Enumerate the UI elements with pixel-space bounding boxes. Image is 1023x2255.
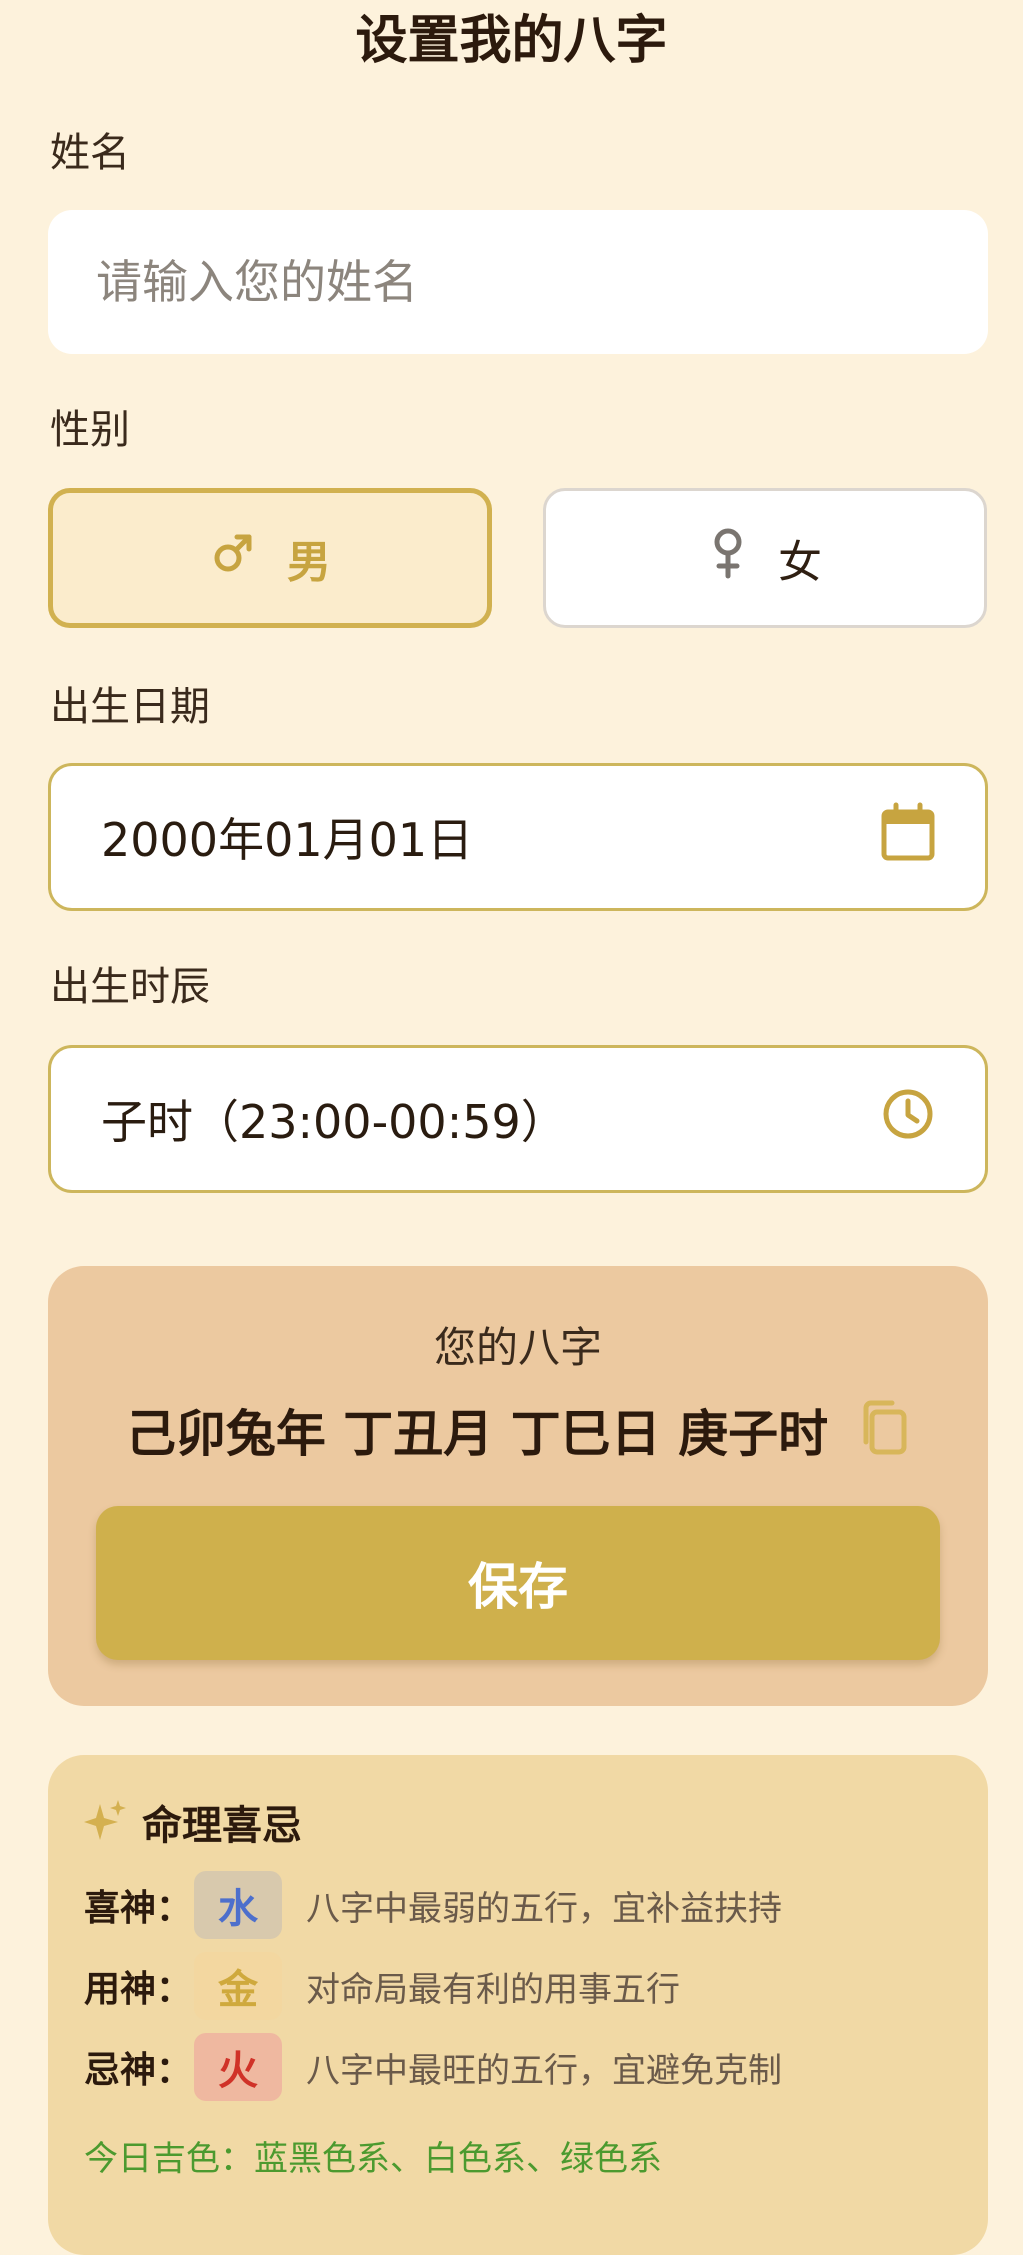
fortune-row-label: 喜神： bbox=[84, 1888, 193, 1929]
fortune-header: 命理喜忌 bbox=[84, 1793, 302, 1851]
page-title: 设置我的八字 bbox=[355, 11, 668, 71]
birth-date-value: 2000年01月01日 bbox=[101, 813, 474, 867]
gender-female-button[interactable]: 女 bbox=[543, 488, 987, 628]
birth-date-field[interactable]: 2000年01月01日 bbox=[48, 763, 988, 911]
bazi-title: 您的八字 bbox=[433, 1323, 602, 1372]
name-label: 姓名 bbox=[50, 130, 130, 176]
save-button[interactable]: 保存 bbox=[96, 1506, 940, 1660]
element-badge-fire: 火 bbox=[194, 2033, 282, 2101]
gender-male-label: 男 bbox=[287, 537, 331, 588]
name-input[interactable] bbox=[48, 210, 988, 354]
gender-male-button[interactable]: 男 bbox=[48, 488, 492, 628]
gender-label: 性别 bbox=[50, 407, 130, 453]
fortune-row-desc: 八字中最旺的五行，宜避免克制 bbox=[306, 2050, 782, 2091]
bazi-card: 您的八字 己卯兔年 丁丑月 丁巳日 庚子时 保存 bbox=[48, 1266, 988, 1706]
fortune-row-jishen: 忌神： 火 八字中最旺的五行，宜避免克制 bbox=[84, 2033, 782, 2101]
birth-date-label: 出生日期 bbox=[50, 684, 210, 730]
fortune-row-yongshen: 用神： 金 对命局最有利的用事五行 bbox=[84, 1952, 680, 2020]
female-icon bbox=[708, 526, 748, 591]
bazi-row: 己卯兔年 丁丑月 丁巳日 庚子时 bbox=[48, 1394, 988, 1466]
male-icon bbox=[209, 529, 257, 588]
fortune-row-label: 用神： bbox=[84, 1969, 193, 2010]
birth-time-label: 出生时辰 bbox=[50, 964, 210, 1010]
element-badge-water: 水 bbox=[194, 1871, 282, 1939]
calendar-icon[interactable] bbox=[881, 802, 935, 873]
fortune-row-label: 忌神： bbox=[84, 2050, 193, 2091]
fortune-card: 命理喜忌 喜神： 水 八字中最弱的五行，宜补益扶持 用神： 金 对命局最有利的用… bbox=[48, 1755, 988, 2255]
clock-icon[interactable] bbox=[881, 1087, 935, 1152]
birth-time-value: 子时（23:00-00:59） bbox=[101, 1095, 567, 1149]
birth-time-field[interactable]: 子时（23:00-00:59） bbox=[48, 1045, 988, 1193]
gender-female-label: 女 bbox=[778, 537, 822, 588]
bazi-value: 己卯兔年 丁丑月 丁巳日 庚子时 bbox=[125, 1405, 829, 1463]
sparkle-icon bbox=[84, 1798, 128, 1846]
fortune-title: 命理喜忌 bbox=[142, 1803, 302, 1849]
lucky-colors: 今日吉色：蓝黑色系、白色系、绿色系 bbox=[84, 2139, 662, 2179]
fortune-row-desc: 对命局最有利的用事五行 bbox=[306, 1969, 680, 2010]
element-badge-metal: 金 bbox=[194, 1952, 282, 2020]
copy-icon[interactable] bbox=[856, 1398, 910, 1462]
fortune-row-desc: 八字中最弱的五行，宜补益扶持 bbox=[306, 1888, 782, 1929]
fortune-row-xishen: 喜神： 水 八字中最弱的五行，宜补益扶持 bbox=[84, 1871, 782, 1939]
